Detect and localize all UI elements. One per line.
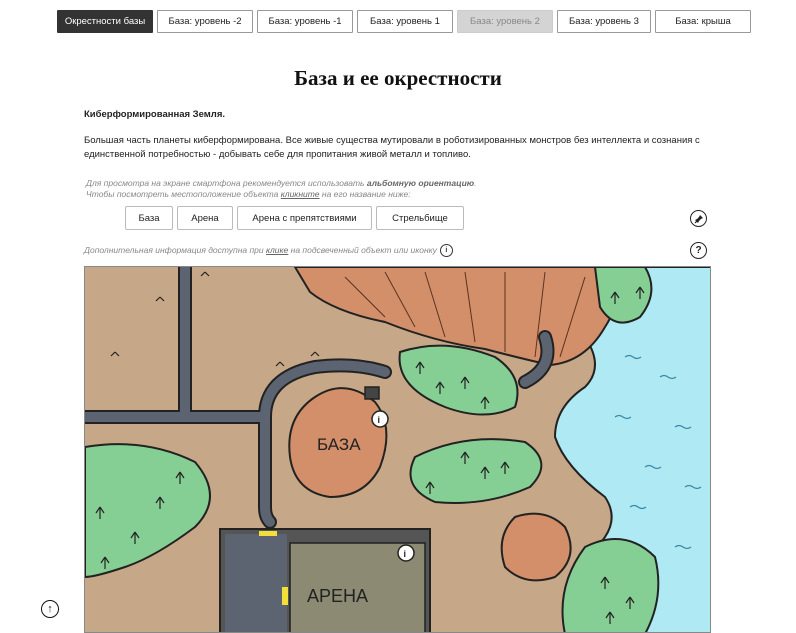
tab-level-minus-2[interactable]: База: уровень -2 — [157, 10, 253, 33]
object-button-arena[interactable]: Арена — [177, 206, 233, 230]
arena-corridor — [225, 534, 287, 632]
page-description: Большая часть планеты киберформирована. … — [84, 135, 700, 160]
pin-icon[interactable] — [690, 210, 707, 227]
hint-text: . — [474, 178, 477, 188]
hint-link: кликните — [280, 189, 320, 199]
hint-text: Чтобы посмотреть местоположение объекта — [86, 189, 281, 199]
object-button-arena-obstacles[interactable]: Арена с препятствиями — [237, 206, 372, 230]
info-text: Дополнительная информация доступна при — [84, 244, 266, 255]
tab-surroundings[interactable]: Окрестности базы — [57, 10, 153, 33]
base-label: БАЗА — [317, 435, 361, 454]
info-icon: i — [439, 244, 453, 257]
info-link: клике — [266, 244, 289, 255]
level-tabs: Окрестности базы База: уровень -2 База: … — [57, 10, 751, 33]
tab-level-1[interactable]: База: уровень 1 — [357, 10, 453, 33]
rock-outcrop[interactable] — [500, 512, 572, 582]
base-entrance — [364, 386, 380, 400]
arena-door — [259, 531, 277, 536]
object-buttons: База Арена Арена с препятствиями Стрельб… — [125, 206, 464, 230]
arena-label: АРЕНА — [307, 586, 368, 606]
question-icon[interactable]: ? — [690, 242, 707, 259]
map-view[interactable]: БАЗА i АРЕНА i — [84, 266, 711, 633]
tab-level-2: База: уровень 2 — [457, 10, 553, 33]
page-subtitle: Киберформированная Земля. — [84, 109, 226, 120]
hint-text: Для просмотра на экране смартфона рекоме… — [86, 178, 367, 188]
info-text: на подсвеченный объект или иконку — [288, 244, 437, 255]
svg-text:i: i — [378, 415, 381, 425]
tab-level-minus-1[interactable]: База: уровень -1 — [257, 10, 353, 33]
page-title: База и ее окрестности — [294, 66, 502, 90]
tab-level-3[interactable]: База: уровень 3 — [557, 10, 651, 33]
hint-bold: альбомную ориентацию — [366, 178, 475, 188]
arrow-up-icon[interactable]: ↑ — [41, 600, 59, 618]
map-canvas: БАЗА i АРЕНА i — [85, 267, 710, 632]
info-line: Дополнительная информация доступна при к… — [84, 244, 453, 257]
tab-roof[interactable]: База: крыша — [655, 10, 751, 33]
object-button-base[interactable]: База — [125, 206, 173, 230]
hint-text: на его название ниже: — [319, 189, 411, 199]
arena-door — [282, 587, 288, 605]
orientation-hint: Для просмотра на экране смартфона рекоме… — [84, 178, 724, 200]
object-button-shooting-range[interactable]: Стрельбище — [376, 206, 464, 230]
svg-text:i: i — [404, 549, 407, 559]
